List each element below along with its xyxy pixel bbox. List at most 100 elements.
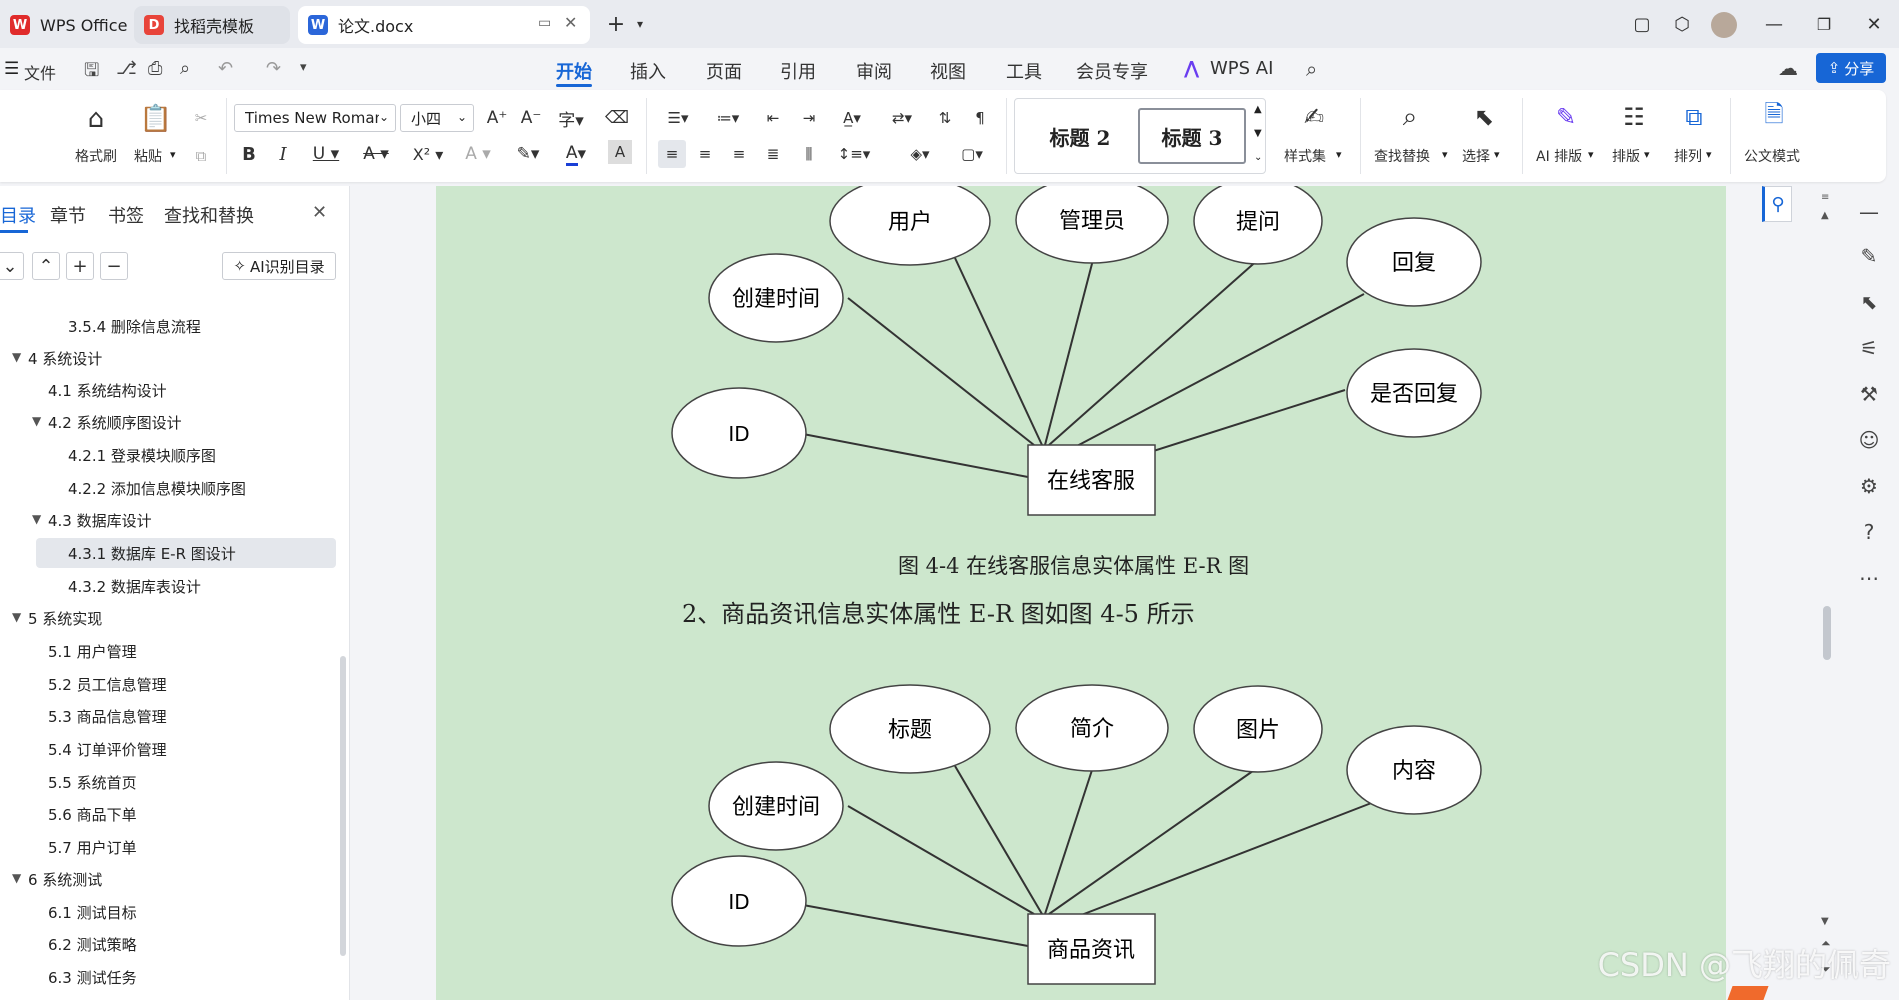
grow-font-icon[interactable]: A⁺ xyxy=(484,104,510,132)
gallery-expand-icon[interactable]: ⌄ xyxy=(1254,152,1262,163)
menu-wps-ai[interactable]: WPS AI xyxy=(1210,58,1273,79)
style-set-label[interactable]: 样式集 xyxy=(1284,146,1326,166)
toc-item[interactable]: 4.2.2 添加信息模块顺序图 xyxy=(68,478,246,499)
pen-icon[interactable]: ✎ xyxy=(1853,240,1885,272)
cut-icon[interactable]: ✂ xyxy=(188,106,214,130)
close-tab-icon[interactable]: ✕ xyxy=(564,13,577,32)
font-size-select[interactable]: 小四 ⌄ xyxy=(400,104,474,132)
close-pane-icon[interactable]: ✕ xyxy=(312,202,327,223)
toc-item[interactable]: 4.1 系统结构设计 xyxy=(48,380,167,401)
share-button[interactable]: ⇪ 分享 xyxy=(1816,53,1886,83)
toc-item[interactable]: 4.2 系统顺序图设计 xyxy=(48,412,182,433)
pane-scrollbar[interactable] xyxy=(340,656,346,956)
phonetic-icon[interactable]: 字▾ xyxy=(554,104,588,132)
decrease-indent-icon[interactable]: ⇤ xyxy=(760,104,786,132)
strikethrough-icon[interactable]: A ▾ xyxy=(356,140,396,168)
minimize-icon[interactable]: — xyxy=(1760,10,1788,38)
increase-indent-icon[interactable]: ⇥ xyxy=(796,104,822,132)
redo-icon[interactable]: ↷ xyxy=(266,58,281,79)
location-marker-icon[interactable]: ⚲ xyxy=(1762,186,1792,222)
puzzle-icon[interactable]: ⚙ xyxy=(1853,470,1885,502)
find-replace-icon[interactable]: ⌕ xyxy=(1392,102,1428,132)
align-center-icon[interactable]: ≡ xyxy=(692,140,718,168)
expand-caret-icon[interactable]: ▼ xyxy=(32,414,41,428)
bullet-list-icon[interactable]: ☰▾ xyxy=(660,104,696,132)
layout-chevron-icon[interactable]: ▾ xyxy=(1644,148,1650,161)
border-icon[interactable]: ▢▾ xyxy=(952,140,992,168)
tools-icon[interactable]: ⚒ xyxy=(1853,378,1885,410)
shading-icon[interactable]: ◈▾ xyxy=(900,140,940,168)
font-color-icon[interactable]: A ▾ xyxy=(556,140,596,168)
remove-heading-icon[interactable]: − xyxy=(100,252,128,280)
scroll-down-icon[interactable]: ▼ xyxy=(1821,916,1829,927)
menu-tools[interactable]: 工具 xyxy=(1006,58,1042,84)
toc-item[interactable]: 5.1 用户管理 xyxy=(48,641,137,662)
paste-icon[interactable]: 📋 xyxy=(138,104,174,134)
side-tab-toc[interactable]: 目录 xyxy=(0,202,36,228)
tab-wps-office[interactable]: W WPS Office xyxy=(0,6,132,44)
toc-item[interactable]: 4.2.1 登录模块顺序图 xyxy=(68,445,216,466)
font-name-select[interactable]: Times New Roman ⌄ xyxy=(234,104,396,132)
ai-layout-icon[interactable]: ✎ xyxy=(1548,102,1584,132)
style-heading-3[interactable]: 标题 3 xyxy=(1138,108,1246,164)
toc-item[interactable]: 5.4 订单评价管理 xyxy=(48,739,167,760)
superscript-icon[interactable]: X² ▾ xyxy=(406,140,450,168)
layout-label[interactable]: 排版 xyxy=(1612,146,1640,166)
toc-item[interactable]: 6.1 测试目标 xyxy=(48,902,137,923)
toc-item[interactable]: 4.3.2 数据库表设计 xyxy=(68,576,201,597)
align-right-icon[interactable]: ≡ xyxy=(726,140,752,168)
hamburger-icon[interactable]: ☰ xyxy=(4,59,19,79)
toc-item[interactable]: 5.7 用户订单 xyxy=(48,837,137,858)
select-label[interactable]: 选择 xyxy=(1462,146,1490,166)
undo-icon[interactable]: ↶ xyxy=(218,58,233,79)
split-handle-icon[interactable]: ≡ xyxy=(1821,192,1829,203)
toc-item[interactable]: 6.2 测试策略 xyxy=(48,934,137,955)
more-icon[interactable]: ⋯ xyxy=(1853,562,1885,594)
numbered-list-icon[interactable]: ≔▾ xyxy=(710,104,746,132)
select-chevron-icon[interactable]: ▾ xyxy=(1494,148,1500,161)
style-set-icon[interactable]: ✍ xyxy=(1296,102,1332,132)
underline-icon[interactable]: U ▾ xyxy=(306,140,346,168)
highlight-icon[interactable]: ✎▾ xyxy=(508,140,548,168)
find-replace-label[interactable]: 查找替换 xyxy=(1374,146,1430,166)
italic-icon[interactable]: I xyxy=(270,140,296,168)
help-icon[interactable]: ? xyxy=(1853,516,1885,548)
paste-chevron-icon[interactable]: ▾ xyxy=(170,148,176,161)
char-shading-icon[interactable]: A xyxy=(608,140,632,164)
expand-caret-icon[interactable]: ▼ xyxy=(12,350,21,364)
text-direction-icon[interactable]: A̲▾ xyxy=(834,104,870,132)
ai-layout-chevron-icon[interactable]: ▾ xyxy=(1588,148,1594,161)
line-spacing-icon[interactable]: ↕≡▾ xyxy=(834,140,874,168)
text-effect-icon[interactable]: A ▾ xyxy=(458,140,498,168)
paste-label[interactable]: 粘贴 xyxy=(134,146,162,166)
scroll-up-icon[interactable]: ▲ xyxy=(1821,210,1829,221)
cloud-upload-icon[interactable]: ☁ xyxy=(1778,56,1798,80)
style-set-chevron-icon[interactable]: ▾ xyxy=(1336,148,1342,161)
search-icon[interactable]: ⌕ xyxy=(1306,57,1317,81)
copy-icon[interactable]: ⧉ xyxy=(188,144,214,168)
arrange-label[interactable]: 排列 xyxy=(1674,146,1702,166)
toc-item[interactable]: 5.6 商品下单 xyxy=(48,804,137,825)
gallery-down-icon[interactable]: ▼ xyxy=(1254,128,1262,139)
sort-az-icon[interactable]: ⇅ xyxy=(932,104,958,132)
share-link-icon[interactable]: ⎇ xyxy=(116,58,137,79)
document-scrollbar[interactable]: ≡ ▲ ▼ ⏶ ⏷ xyxy=(1815,186,1839,1000)
menu-review[interactable]: 审阅 xyxy=(856,58,892,84)
arrange-icon[interactable]: ⧉ xyxy=(1676,102,1712,132)
side-tab-find-replace[interactable]: 查找和替换 xyxy=(164,202,254,228)
adjust-icon[interactable]: ⚟ xyxy=(1853,332,1885,364)
format-painter-label[interactable]: 格式刷 xyxy=(75,146,117,166)
close-window-icon[interactable]: ✕ xyxy=(1860,10,1888,38)
save-icon[interactable]: 🖫 xyxy=(84,58,99,88)
distribute-icon[interactable]: ⫼ xyxy=(796,140,822,168)
align-left-icon[interactable]: ≡ xyxy=(658,140,686,168)
shrink-font-icon[interactable]: A⁻ xyxy=(518,104,544,132)
menu-references[interactable]: 引用 xyxy=(780,58,816,84)
toc-item[interactable]: 6.3 测试任务 xyxy=(48,967,137,988)
print-icon[interactable]: ⎙ xyxy=(148,58,162,79)
show-marks-icon[interactable]: ¶ xyxy=(966,104,994,132)
select-cursor-icon[interactable]: ⬉ xyxy=(1466,102,1502,132)
expand-caret-icon[interactable]: ▼ xyxy=(32,512,41,526)
format-painter-icon[interactable]: ⌂ xyxy=(78,104,114,134)
menu-member[interactable]: 会员专享 xyxy=(1076,58,1148,84)
